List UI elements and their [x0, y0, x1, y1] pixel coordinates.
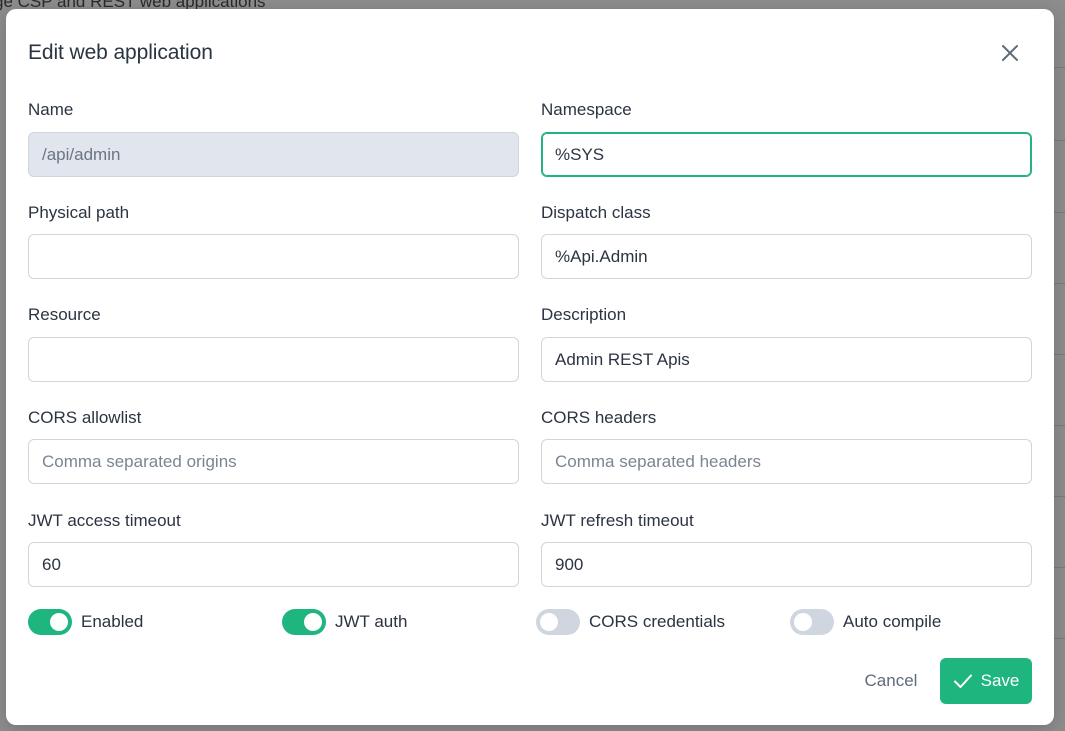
description-field[interactable]	[541, 337, 1032, 382]
enabled-toggle-label: Enabled	[81, 612, 144, 631]
dispatch-class-field[interactable]	[541, 234, 1032, 279]
name-field[interactable]	[28, 132, 519, 177]
check-icon	[953, 673, 973, 689]
cors-headers-label: CORS headers	[541, 408, 657, 427]
jwt-auth-toggle-label: JWT auth	[335, 612, 408, 631]
toggle-knob	[50, 613, 68, 631]
physical-path-field[interactable]	[28, 234, 519, 279]
description-label: Description	[541, 305, 627, 324]
dispatch-class-label: Dispatch class	[541, 203, 651, 222]
dialog-title: Edit web application	[28, 41, 213, 64]
edit-web-application-dialog: Edit web application Name Namespace Phys…	[6, 9, 1054, 725]
jwt-access-timeout-field[interactable]	[28, 542, 519, 587]
save-button[interactable]: Save	[940, 658, 1032, 704]
cors-headers-field[interactable]	[541, 439, 1032, 484]
jwt-auth-toggle[interactable]	[282, 609, 326, 635]
resource-field[interactable]	[28, 337, 519, 382]
cors-allowlist-label: CORS allowlist	[28, 408, 142, 427]
cors-credentials-toggle[interactable]	[536, 609, 580, 635]
jwt-access-timeout-label: JWT access timeout	[28, 511, 181, 530]
cors-credentials-toggle-group[interactable]: CORS credentials	[536, 609, 725, 635]
enabled-toggle[interactable]	[28, 609, 72, 635]
jwt-refresh-timeout-label: JWT refresh timeout	[541, 511, 694, 530]
enabled-toggle-group[interactable]: Enabled	[28, 609, 143, 635]
auto-compile-toggle-label: Auto compile	[843, 612, 942, 631]
namespace-label: Namespace	[541, 100, 632, 119]
save-button-label: Save	[980, 671, 1020, 690]
resource-label: Resource	[28, 305, 101, 324]
name-label: Name	[28, 100, 74, 119]
auto-compile-toggle[interactable]	[790, 609, 834, 635]
toggle-knob	[304, 613, 322, 631]
cors-allowlist-field[interactable]	[28, 439, 519, 484]
namespace-field[interactable]	[541, 132, 1032, 177]
cancel-button[interactable]: Cancel	[856, 658, 926, 704]
auto-compile-toggle-group[interactable]: Auto compile	[790, 609, 941, 635]
cors-credentials-toggle-label: CORS credentials	[589, 612, 726, 631]
close-icon[interactable]	[999, 42, 1021, 64]
toggle-knob	[540, 613, 558, 631]
physical-path-label: Physical path	[28, 203, 130, 222]
jwt-auth-toggle-group[interactable]: JWT auth	[282, 609, 407, 635]
toggle-knob	[794, 613, 812, 631]
jwt-refresh-timeout-field[interactable]	[541, 542, 1032, 587]
